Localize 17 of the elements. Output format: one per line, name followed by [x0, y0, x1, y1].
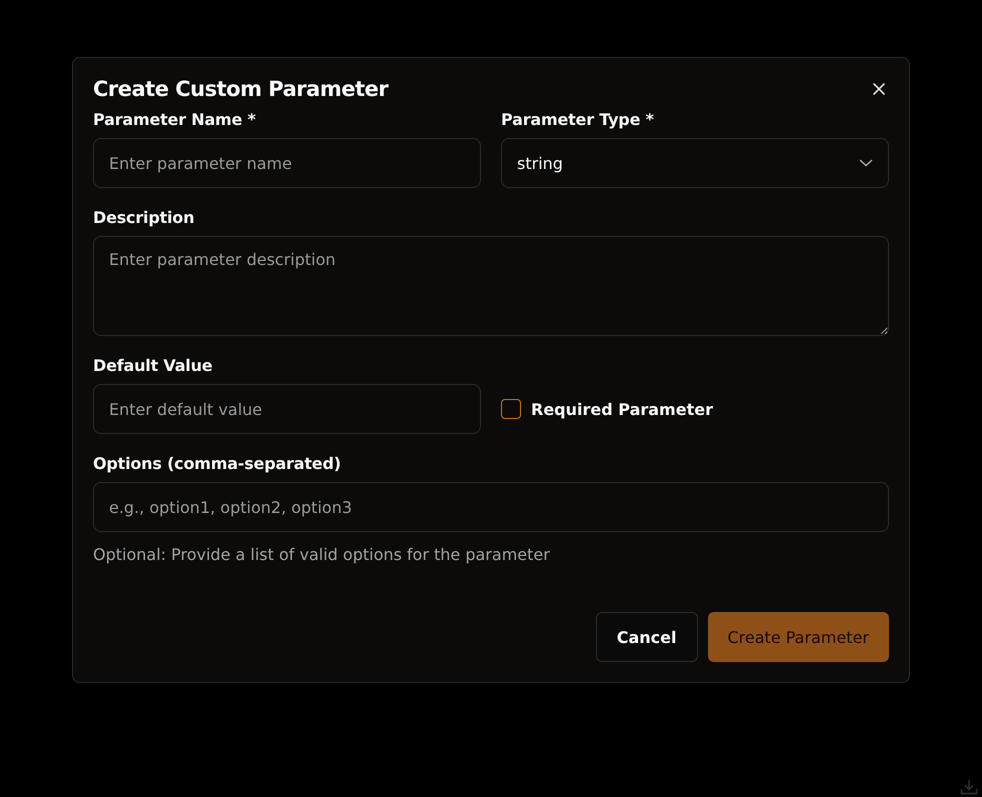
checkbox[interactable]	[501, 399, 521, 419]
dialog-title: Create Custom Parameter	[93, 77, 388, 101]
help-text: Optional: Provide a list of valid options for the parameter	[93, 545, 551, 564]
field-label: Default Value	[93, 356, 214, 376]
input-field[interactable]: Enter default value	[93, 384, 481, 434]
close-icon[interactable]	[871, 81, 887, 97]
input-field[interactable]: e.g., option1, option2, option3	[93, 482, 889, 532]
field-label: Options (comma-separated)	[93, 454, 342, 474]
field-label: Description	[93, 208, 196, 228]
cancel-button[interactable]: Cancel	[596, 612, 698, 662]
field-label: Parameter Type *	[501, 110, 655, 130]
type-dropdown[interactable]: string	[501, 138, 889, 188]
field-label: Parameter Name *	[93, 110, 257, 130]
textarea-field[interactable]: Enter parameter description	[93, 236, 889, 336]
input-field[interactable]: Enter parameter name	[93, 138, 481, 188]
checkbox-label: Required Parameter	[531, 400, 713, 418]
chevron-icon	[859, 159, 873, 167]
